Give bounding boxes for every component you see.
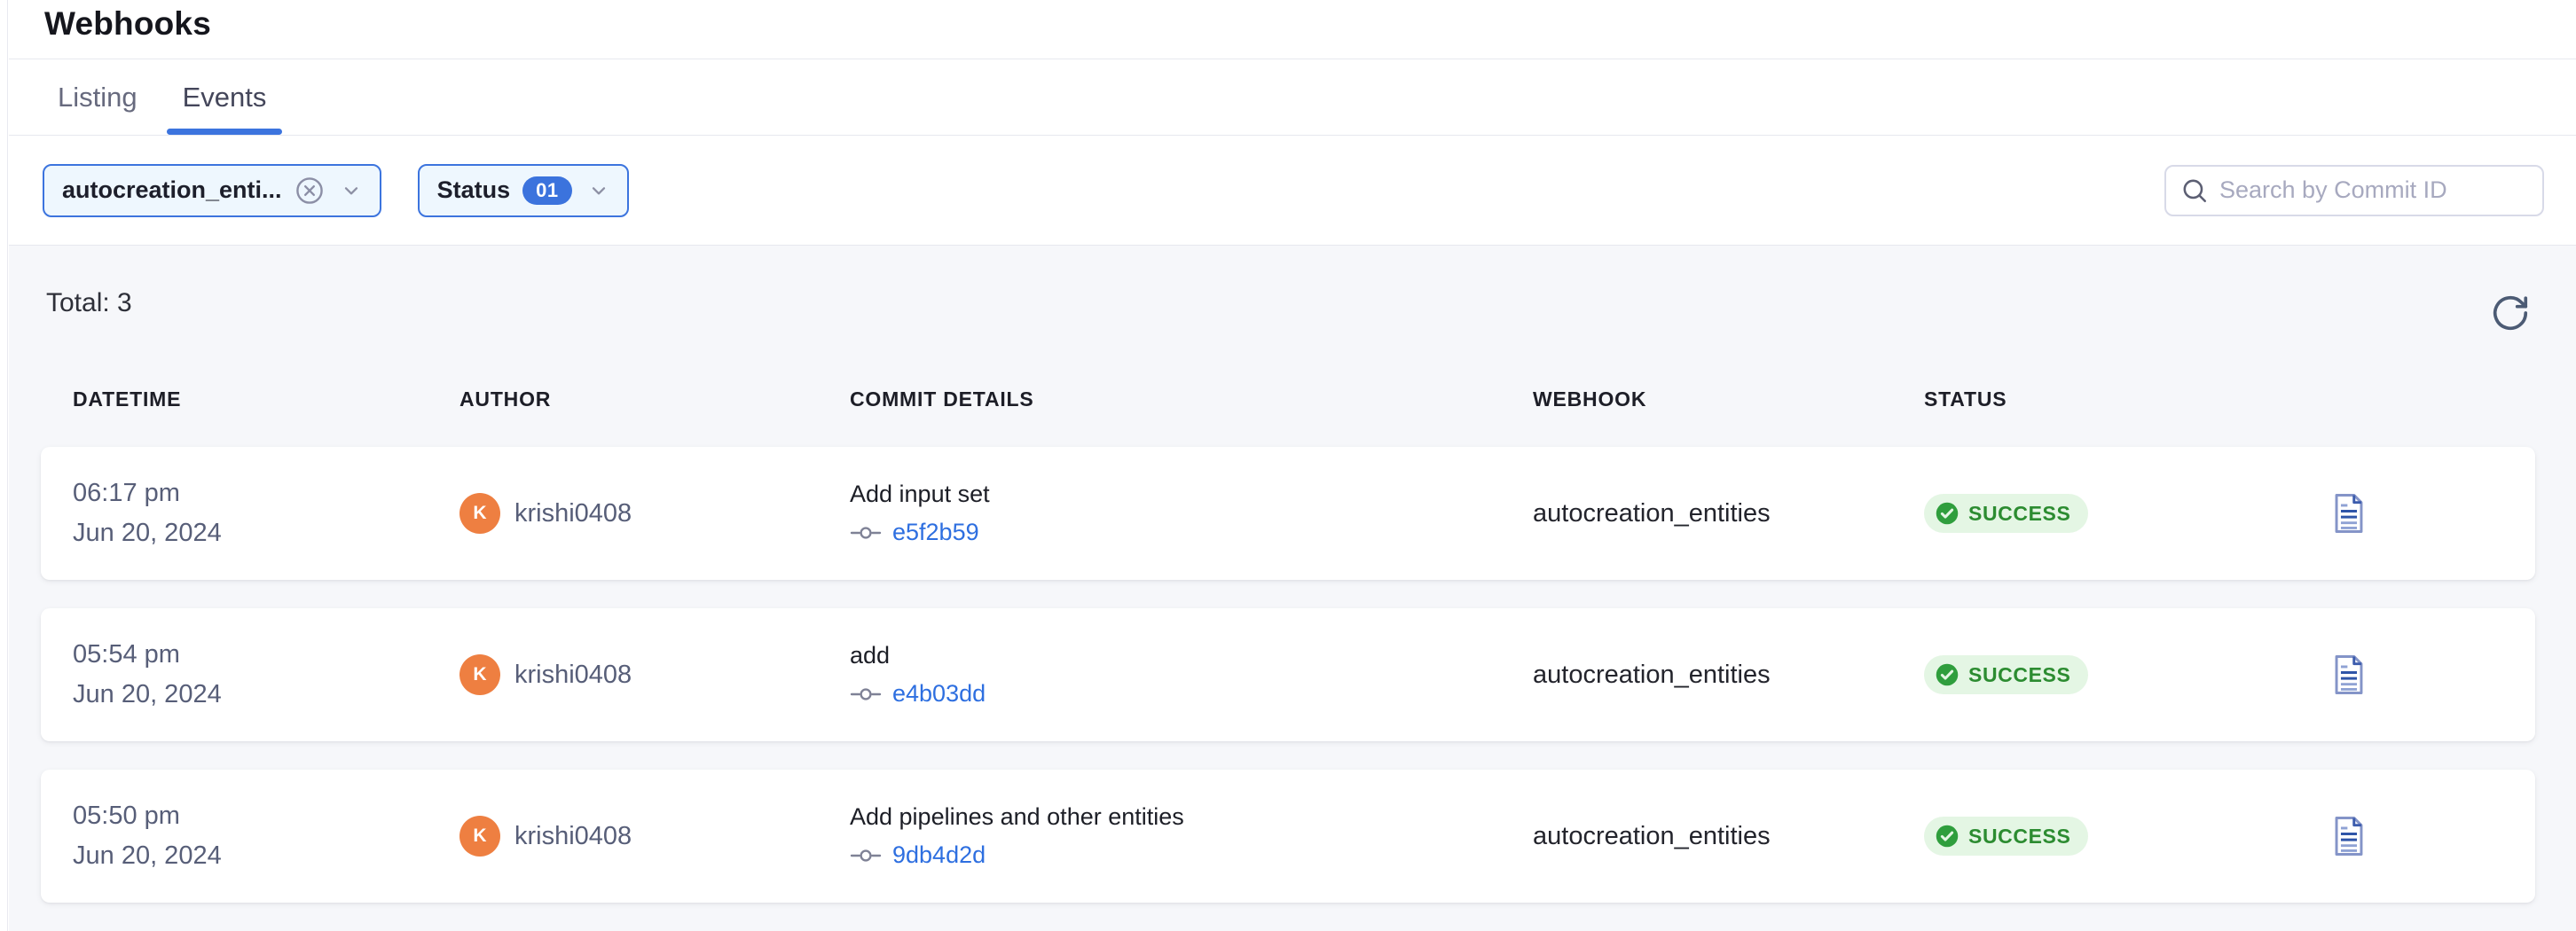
view-payload-button[interactable]: [2331, 654, 2367, 695]
commit-message: add: [850, 642, 1533, 669]
avatar: K: [459, 816, 500, 857]
event-date: Jun 20, 2024: [73, 841, 459, 871]
event-date: Jun 20, 2024: [73, 680, 459, 709]
refresh-button[interactable]: [2489, 292, 2532, 334]
status-filter-chip[interactable]: Status 01: [418, 164, 629, 217]
status-cell: SUCCESS: [1924, 817, 2324, 856]
commit-id-link[interactable]: e5f2b59: [892, 519, 979, 546]
status-label: SUCCESS: [1968, 825, 2070, 849]
refresh-icon: [2490, 293, 2531, 333]
commit-id-link[interactable]: 9db4d2d: [892, 841, 986, 869]
webhooks-page: Webhooks Listing Events autocreation_ent…: [9, 0, 2576, 931]
event-time: 06:17 pm: [73, 479, 459, 508]
trigger-filter-chip[interactable]: autocreation_enti...: [43, 164, 381, 217]
datetime-cell: 05:54 pm Jun 20, 2024: [73, 640, 459, 709]
commit-details-cell: add e4b03dd: [850, 642, 1533, 708]
tab-events[interactable]: Events: [167, 59, 283, 135]
status-badge: SUCCESS: [1924, 817, 2088, 856]
check-circle-icon: [1935, 501, 1959, 526]
check-circle-icon: [1935, 824, 1959, 849]
commit-message: Add input set: [850, 481, 1533, 508]
author-cell: K krishi0408: [459, 654, 850, 695]
status-badge: SUCCESS: [1924, 494, 2088, 533]
author-name: krishi0408: [514, 499, 632, 528]
table-header: DATETIME AUTHOR COMMIT DETAILS WEBHOOK S…: [41, 387, 2535, 411]
status-filter-label: Status: [437, 176, 511, 204]
tabs-bar: Listing Events: [9, 59, 2576, 136]
webhook-name: autocreation_entities: [1533, 822, 1924, 851]
page-title: Webhooks: [44, 5, 2576, 43]
author-cell: K krishi0408: [459, 816, 850, 857]
git-commit-icon: [850, 845, 882, 866]
filter-bar: autocreation_enti... Status 01: [9, 136, 2576, 246]
check-circle-icon: [1935, 662, 1959, 687]
tab-listing[interactable]: Listing: [42, 59, 153, 135]
column-header-status: STATUS: [1924, 387, 2324, 411]
avatar: K: [459, 493, 500, 534]
table-row: 05:54 pm Jun 20, 2024 K krishi0408 add e…: [41, 608, 2535, 741]
chevron-down-icon: [341, 180, 362, 201]
author-name: krishi0408: [514, 661, 632, 690]
tab-events-label: Events: [183, 82, 267, 113]
commit-details-cell: Add input set e5f2b59: [850, 481, 1533, 546]
tab-listing-label: Listing: [58, 82, 137, 113]
column-header-author: AUTHOR: [459, 387, 850, 411]
datetime-cell: 06:17 pm Jun 20, 2024: [73, 479, 459, 548]
webhook-name: autocreation_entities: [1533, 499, 1924, 528]
table-row: 06:17 pm Jun 20, 2024 K krishi0408 Add i…: [41, 447, 2535, 580]
document-icon: [2331, 816, 2367, 857]
status-label: SUCCESS: [1968, 663, 2070, 687]
column-header-datetime: DATETIME: [73, 387, 459, 411]
column-header-webhook: WEBHOOK: [1533, 387, 1924, 411]
status-cell: SUCCESS: [1924, 655, 2324, 694]
chevron-down-icon: [588, 180, 609, 201]
clear-filter-icon[interactable]: [295, 176, 325, 206]
title-bar: Webhooks: [9, 0, 2576, 59]
table-row: 05:50 pm Jun 20, 2024 K krishi0408 Add p…: [41, 770, 2535, 903]
avatar: K: [459, 654, 500, 695]
event-date: Jun 20, 2024: [73, 519, 459, 548]
total-count: Total: 3: [46, 288, 2576, 318]
view-payload-button[interactable]: [2331, 816, 2367, 857]
events-content: Total: 3 DATETIME AUTHOR COMMIT DETAILS …: [9, 246, 2576, 931]
event-time: 05:50 pm: [73, 802, 459, 831]
datetime-cell: 05:50 pm Jun 20, 2024: [73, 802, 459, 871]
status-cell: SUCCESS: [1924, 494, 2324, 533]
author-name: krishi0408: [514, 822, 632, 851]
status-badge: SUCCESS: [1924, 655, 2088, 694]
view-payload-button[interactable]: [2331, 493, 2367, 534]
author-cell: K krishi0408: [459, 493, 850, 534]
commit-id-link[interactable]: e4b03dd: [892, 680, 986, 708]
commit-message: Add pipelines and other entities: [850, 803, 1533, 831]
git-commit-icon: [850, 684, 882, 705]
status-filter-count-badge: 01: [522, 176, 571, 205]
status-label: SUCCESS: [1968, 502, 2070, 526]
left-rail: [0, 0, 8, 931]
search-icon: [2180, 176, 2209, 205]
document-icon: [2331, 493, 2367, 534]
trigger-filter-label: autocreation_enti...: [62, 176, 282, 204]
event-time: 05:54 pm: [73, 640, 459, 669]
search-box: [2164, 165, 2544, 216]
commit-details-cell: Add pipelines and other entities 9db4d2d: [850, 803, 1533, 869]
column-header-commit-details: COMMIT DETAILS: [850, 387, 1533, 411]
search-input[interactable]: [2219, 176, 2530, 204]
document-icon: [2331, 654, 2367, 695]
webhook-name: autocreation_entities: [1533, 661, 1924, 690]
git-commit-icon: [850, 522, 882, 544]
